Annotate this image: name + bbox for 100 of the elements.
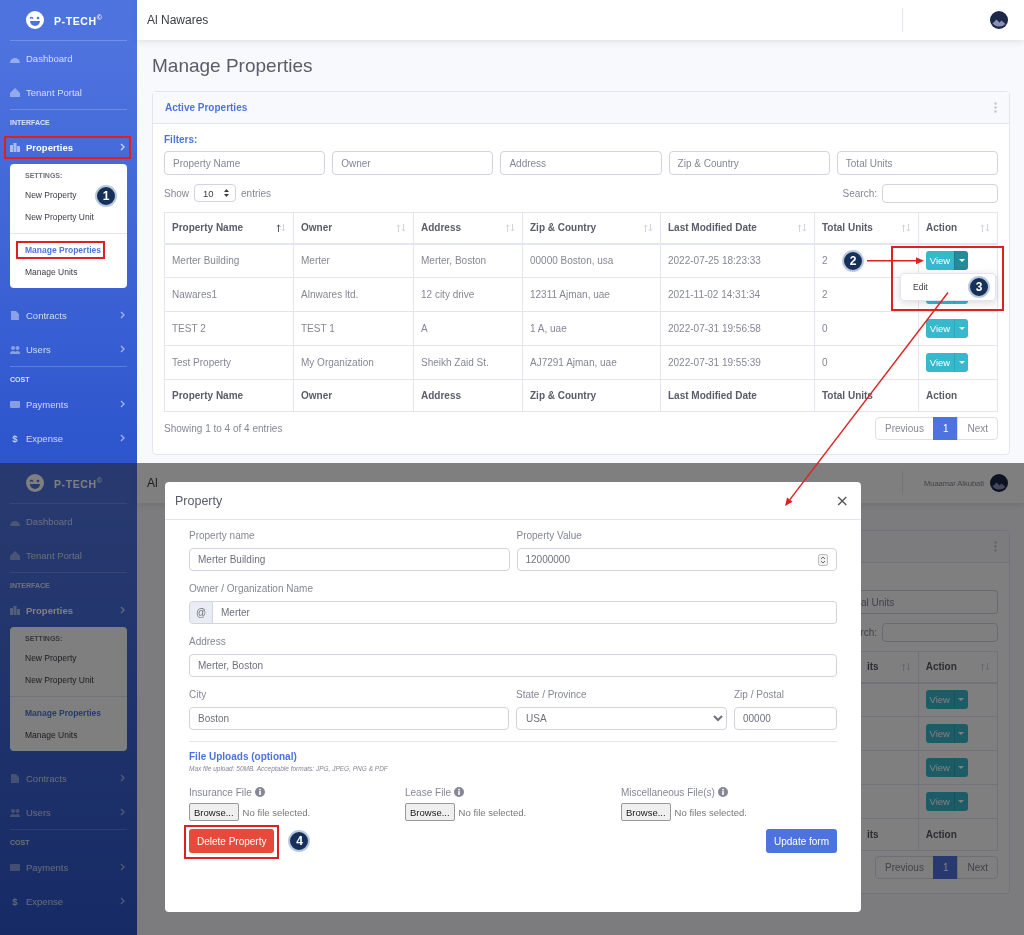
browse-button[interactable]: Browse... (189, 803, 239, 821)
filters-label: Filters: (164, 133, 199, 147)
table-cell: TEST 1 (293, 311, 414, 346)
table-cell: A (413, 311, 523, 346)
filter-field[interactable]: Total Units (836, 151, 998, 175)
nav-item[interactable]: Users (0, 332, 137, 366)
view-button[interactable]: View (926, 251, 954, 271)
nav-item[interactable]: Properties (0, 130, 137, 164)
table-cell: Sheikh Zaid St. (413, 345, 523, 380)
field-label: Zip / Postal (734, 688, 786, 702)
nav-item[interactable]: Payments (0, 387, 137, 421)
page-button[interactable]: Next (957, 856, 998, 879)
submenu-item[interactable]: New Property Unit (10, 206, 109, 228)
filter-field[interactable]: Owner (332, 151, 494, 175)
entries-label: entries (241, 187, 272, 199)
submenu-item[interactable]: Manage Units (10, 261, 93, 283)
submenu-item[interactable]: Manage Units (10, 724, 93, 746)
column-header[interactable]: Owner (301, 222, 333, 234)
table-cell: 0 (814, 311, 919, 346)
table-cell: 12 city drive (413, 277, 523, 312)
nav-item[interactable]: $ Expense (0, 421, 137, 455)
dollar-icon: $ (10, 432, 20, 444)
page-button[interactable]: 1 (932, 417, 959, 440)
step-badge: 4 (288, 830, 311, 852)
input-field[interactable]: 12000000 (516, 548, 837, 571)
nav-item[interactable]: $ Expense (0, 884, 137, 918)
entries-select[interactable]: 10 (194, 184, 236, 202)
column-header[interactable]: Total Units (822, 222, 873, 234)
column-footer: Address (421, 390, 461, 401)
column-header[interactable]: Action (926, 222, 958, 234)
input-field[interactable]: 00000 (734, 707, 837, 730)
table-cell: 1 A, uae (522, 311, 661, 346)
filter-field[interactable]: Property Name (164, 151, 326, 175)
table-cell: 2022-07-25 18:23:33 (660, 243, 815, 278)
dropdown-toggle[interactable] (954, 251, 968, 271)
filter-field[interactable]: Address (500, 151, 662, 175)
nav-item[interactable]: Tenant Portal (0, 75, 137, 109)
nav-item[interactable]: Contracts (0, 298, 137, 332)
view-button[interactable]: View (926, 319, 954, 338)
section-title: File Uploads (optional) (189, 750, 298, 764)
delete-button[interactable]: Delete Property (189, 829, 275, 853)
browse-button[interactable]: Browse... (405, 803, 455, 821)
dropdown-toggle[interactable] (954, 353, 968, 372)
table-cell: 2022-07-31 19:55:39 (660, 345, 815, 380)
table-cell: Alnwares ltd. (293, 277, 414, 312)
table-cell: Test Property (164, 345, 294, 380)
column-header[interactable]: Action (925, 661, 957, 673)
logo-icon (26, 11, 44, 29)
table-cell: Merter, Boston (413, 243, 523, 278)
page-button[interactable]: Previous (874, 417, 934, 440)
brand-name: P-TECH$^{©}$ (54, 476, 103, 490)
nav-item[interactable]: Users (0, 795, 137, 829)
page-button[interactable]: 1 (932, 856, 959, 879)
spinner-icon (818, 553, 828, 566)
field-label: Owner / Organization Name (189, 582, 314, 596)
kebab-icon (994, 102, 997, 113)
input-field[interactable]: Merter (213, 601, 837, 624)
select-field[interactable]: USA (516, 707, 727, 730)
submenu-item[interactable]: New Property (10, 184, 92, 206)
nav-item[interactable]: Contracts (0, 761, 137, 795)
submenu-item[interactable]: New Property (10, 647, 92, 669)
menu-item[interactable]: Edit (901, 281, 940, 292)
nav-item[interactable]: Properties (0, 593, 137, 627)
table-cell: Merter Building (164, 243, 294, 278)
caret-icon (958, 698, 965, 702)
update-button[interactable]: Update form (765, 829, 837, 853)
view-button[interactable]: View (926, 353, 954, 372)
table-cell: Merter (293, 243, 414, 278)
column-header[interactable]: Address (421, 222, 461, 234)
field-label: Address (189, 635, 227, 649)
field-label: Property Value (516, 529, 583, 543)
house-icon (10, 87, 20, 97)
input-field[interactable]: Merter Building (189, 548, 510, 571)
submenu-item[interactable]: Manage Properties (10, 702, 117, 724)
page-button[interactable]: Next (957, 417, 998, 440)
nav-item[interactable]: Dashboard (0, 41, 137, 75)
step-badge: 3 (968, 275, 990, 298)
column-header[interactable]: its (867, 661, 879, 673)
submenu-item[interactable]: New Property Unit (10, 669, 109, 691)
filter-field[interactable]: Zip & Country (668, 151, 830, 175)
search-label: Search: (842, 187, 877, 199)
document-icon (10, 310, 20, 320)
column-footer: Property Name (172, 390, 244, 401)
input-field[interactable]: Boston (189, 707, 509, 730)
modal-title: Property (175, 493, 223, 508)
page-button[interactable]: Previous (874, 856, 934, 879)
column-footer: Owner (301, 390, 333, 401)
search-field[interactable] (882, 183, 998, 203)
dropdown-toggle[interactable] (954, 319, 968, 338)
arrow (866, 257, 924, 265)
table-cell: 12311 Ajman, uae (522, 277, 661, 312)
submenu-item[interactable]: Manage Properties (10, 239, 117, 261)
input-field[interactable]: Merter, Boston (189, 654, 837, 677)
column-header[interactable]: Zip & Country (530, 222, 597, 234)
nav-item[interactable]: Payments (0, 850, 137, 884)
close-button[interactable]: × (831, 491, 853, 510)
caret-icon (958, 259, 965, 263)
browse-button[interactable]: Browse... (621, 803, 671, 821)
table-cell: Nawares1 (164, 277, 294, 312)
banknote-icon (10, 399, 20, 409)
